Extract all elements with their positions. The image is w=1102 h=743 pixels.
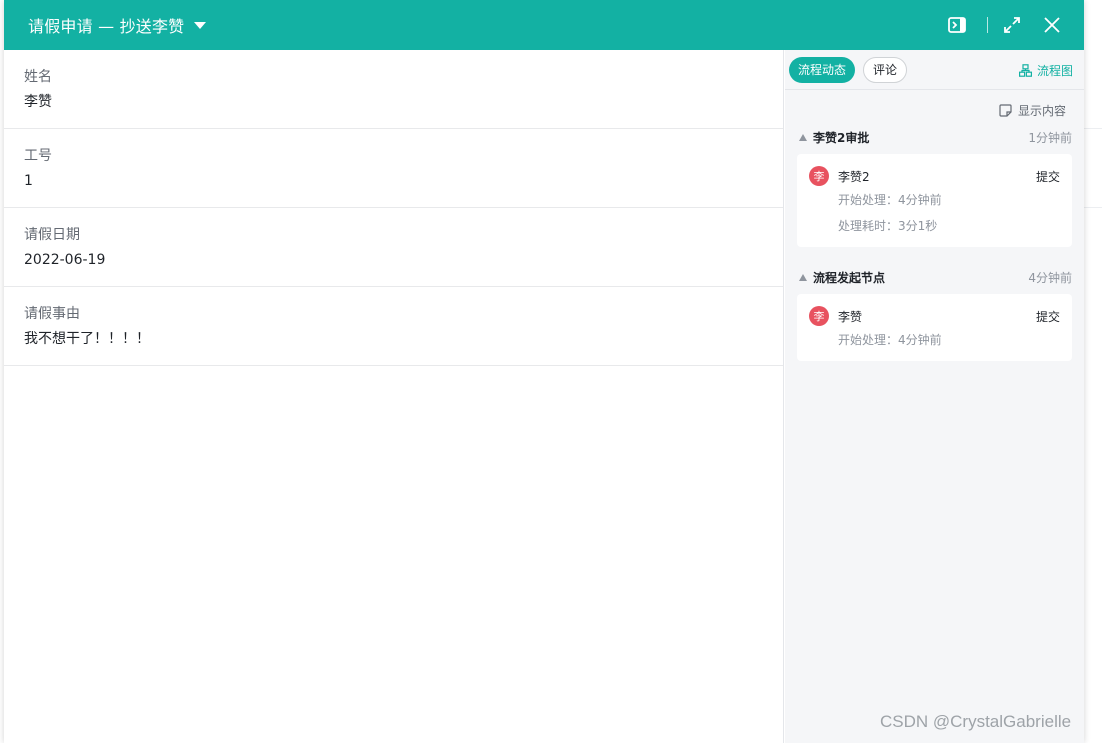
close-icon[interactable] — [1042, 15, 1062, 35]
modal-title-text: 请假申请 — 抄送李赞 — [28, 17, 185, 36]
field-leave-reason: 请假事由 我不想干了！！！！ — [4, 287, 783, 366]
start-value: 4分钟前 — [898, 333, 942, 347]
start-time-row: 开始处理：4分钟前 — [838, 192, 942, 208]
panel-toggle-icon[interactable] — [947, 15, 967, 35]
field-value: 2022-06-19 — [24, 252, 106, 268]
modal-header: 请假申请 — 抄送李赞 — [4, 0, 1084, 50]
node-time: 4分钟前 — [1028, 270, 1072, 285]
action-status: 提交 — [1035, 169, 1060, 184]
backdrop-divider — [1084, 128, 1102, 129]
expand-icon[interactable] — [1002, 15, 1022, 35]
collapse-icon[interactable] — [799, 273, 807, 281]
avatar: 李 — [809, 166, 829, 186]
collapse-icon[interactable] — [799, 133, 807, 141]
start-value: 4分钟前 — [898, 193, 942, 207]
card-user-row: 李 李赞2 提交 — [809, 166, 1060, 186]
field-label: 工号 — [24, 148, 52, 164]
field-employee-id: 工号 1 — [4, 129, 783, 208]
form-panel: 姓名 李赞 工号 1 请假日期 2022-06-19 请假事由 我不想干了！！！… — [4, 50, 784, 743]
node-name: 李赞2审批 — [813, 130, 870, 145]
approval-modal: 请假申请 — 抄送李赞 姓名 李赞 工号 1 请假日期 2022-06-19 请… — [4, 0, 1084, 743]
show-content-label: 显示内容 — [1017, 104, 1066, 118]
flowchart-link[interactable]: 流程图 — [1018, 62, 1073, 79]
duration-row: 处理耗时：3分1秒 — [838, 218, 937, 234]
start-label: 开始处理： — [838, 193, 899, 207]
node-card: 李 李赞 提交 开始处理：4分钟前 — [797, 294, 1072, 361]
node-time: 1分钟前 — [1028, 130, 1072, 145]
header-tools — [947, 0, 1062, 50]
node-name: 流程发起节点 — [813, 270, 886, 285]
flowchart-icon — [1018, 64, 1032, 77]
field-value: 1 — [24, 173, 33, 189]
show-content-toggle[interactable]: 显示内容 — [999, 102, 1066, 119]
start-label: 开始处理： — [838, 333, 899, 347]
duration-value: 3分1秒 — [898, 219, 938, 233]
activity-sidebar: 流程动态 评论 流程图 显示内容 李赞2审批 1分钟前 李 李赞2 提交 开始处… — [785, 50, 1084, 743]
note-icon — [999, 104, 1012, 117]
tab-process-activity[interactable]: 流程动态 — [789, 56, 856, 83]
duration-label: 处理耗时： — [838, 219, 899, 233]
action-status: 提交 — [1035, 309, 1060, 324]
flowchart-label: 流程图 — [1036, 64, 1073, 78]
card-user-row: 李 李赞 提交 — [809, 306, 1060, 326]
field-name: 姓名 李赞 — [4, 50, 783, 129]
node-card: 李 李赞2 提交 开始处理：4分钟前 处理耗时：3分1秒 — [797, 154, 1072, 247]
node-header: 流程发起节点 4分钟前 — [799, 268, 1072, 286]
modal-title[interactable]: 请假申请 — 抄送李赞 — [28, 13, 207, 37]
node-header: 李赞2审批 1分钟前 — [799, 128, 1072, 146]
avatar: 李 — [809, 306, 829, 326]
sidebar-tabs: 流程动态 评论 流程图 — [785, 50, 1084, 90]
field-leave-date: 请假日期 2022-06-19 — [4, 208, 783, 287]
start-time-row: 开始处理：4分钟前 — [838, 332, 942, 348]
user-name: 李赞2 — [838, 169, 870, 184]
tab-comments[interactable]: 评论 — [863, 56, 908, 83]
field-value: 李赞 — [24, 94, 52, 110]
field-label: 姓名 — [24, 69, 52, 85]
title-dropdown-icon[interactable] — [194, 21, 207, 29]
backdrop-divider — [1084, 207, 1102, 208]
header-separator — [987, 17, 988, 33]
field-label: 请假事由 — [24, 306, 80, 322]
watermark: CSDN @CrystalGabrielle — [880, 712, 1072, 731]
user-name: 李赞 — [838, 309, 863, 324]
field-label: 请假日期 — [24, 227, 80, 243]
field-value: 我不想干了！！！！ — [24, 331, 150, 347]
